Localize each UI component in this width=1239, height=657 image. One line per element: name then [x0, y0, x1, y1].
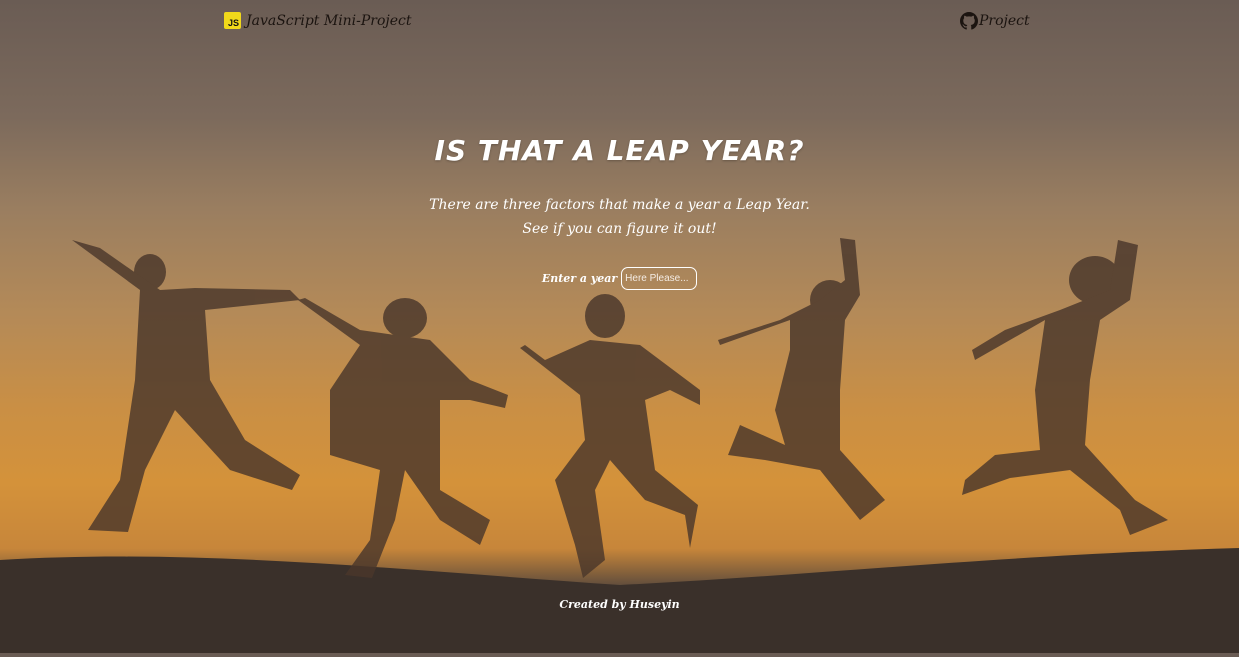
github-icon	[960, 12, 978, 30]
year-input[interactable]	[621, 267, 698, 290]
background-scene	[0, 0, 1239, 653]
project-label: Project	[979, 13, 1030, 29]
silhouette-person-3	[520, 294, 700, 578]
page-title: IS THAT A LEAP YEAR?	[434, 134, 805, 167]
top-bar: JS JavaScript Mini-Project Project	[0, 0, 1239, 44]
year-input-label: Enter a year	[541, 272, 618, 285]
project-link[interactable]: Project	[960, 12, 1030, 30]
subtitle-line-1: There are three factors that make a year…	[429, 197, 810, 213]
hero-section: IS THAT A LEAP YEAR? There are three fac…	[0, 134, 1239, 290]
js-logo-icon: JS	[224, 12, 241, 29]
subtitle-line-2: See if you can figure it out!	[522, 221, 717, 237]
year-form: Enter a year	[0, 267, 1239, 290]
jumping-people-silhouettes	[0, 238, 1239, 653]
footer-credit: Created by Huseyin	[559, 598, 680, 611]
subtitle: There are three factors that make a year…	[0, 193, 1239, 241]
silhouette-person-2	[298, 298, 508, 578]
brand-label: JavaScript Mini-Project	[246, 12, 412, 29]
brand-link[interactable]: JS JavaScript Mini-Project	[224, 12, 412, 29]
